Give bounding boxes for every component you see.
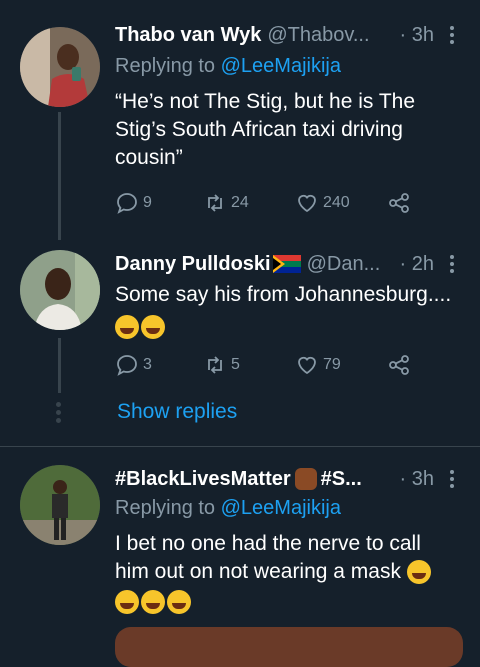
more-icon[interactable]	[444, 24, 460, 46]
reply-count: 9	[143, 194, 152, 211]
more-icon[interactable]	[444, 468, 460, 490]
show-replies-link[interactable]: Show replies	[117, 400, 237, 424]
avatar-blacklivesmatter[interactable]	[20, 465, 100, 545]
divider	[0, 446, 480, 447]
like-count: 79	[323, 356, 341, 373]
replying-handle[interactable]: @LeeMajikija	[221, 55, 341, 77]
share-button[interactable]	[387, 188, 411, 218]
retweet-icon	[208, 194, 222, 212]
rolling-laughing-emoji-icon	[141, 590, 165, 615]
south-africa-flag-icon	[272, 255, 301, 273]
reply-button[interactable]: 3	[115, 350, 152, 380]
share-icon	[389, 193, 409, 213]
reply-icon	[117, 355, 137, 376]
like-button[interactable]: 240	[295, 188, 350, 218]
tweet-text: I bet no one had the nerve to call him o…	[115, 530, 465, 616]
avatar-thabo[interactable]	[20, 27, 100, 107]
display-name-suffix[interactable]: #S...	[321, 468, 362, 491]
tweet-text-line: Stig’s South African taxi driving	[115, 118, 403, 141]
laughing-emoji-icon	[115, 315, 139, 340]
reply-icon	[117, 193, 137, 214]
laughing-emoji-icon	[167, 590, 191, 615]
tweet-text-line: “He’s not The Stig, but he is The	[115, 90, 416, 113]
replying-to: Replying to @LeeMajikija	[115, 55, 341, 78]
replying-to: Replying to @LeeMajikija	[115, 497, 341, 520]
thread-continuation-dots	[56, 402, 62, 426]
tweet-media-preview[interactable]	[115, 627, 463, 667]
like-button[interactable]: 79	[295, 350, 341, 380]
thread-line	[58, 338, 61, 393]
display-name[interactable]: Danny Pulldoski	[115, 253, 271, 276]
like-icon	[298, 356, 316, 375]
replying-prefix: Replying to	[115, 497, 221, 519]
rolling-laughing-emoji-icon	[406, 560, 431, 585]
replying-handle[interactable]: @LeeMajikija	[221, 497, 341, 519]
more-icon[interactable]	[444, 253, 460, 275]
tweet-text: Some say his from Johannesburg....	[115, 281, 465, 341]
tweet-text-line-wrap: him out on not wearing a mask	[115, 558, 465, 586]
reply-count: 3	[143, 356, 152, 373]
thread-line	[58, 112, 61, 240]
tweet-text-line: Some say his from Johannesburg....	[115, 283, 452, 306]
like-count: 240	[323, 194, 350, 211]
display-name[interactable]: #BlackLivesMatter	[115, 468, 291, 491]
retweet-count: 5	[231, 356, 240, 373]
retweet-count: 24	[231, 194, 249, 211]
laughing-emoji-icon	[115, 590, 139, 615]
tweet-header: Danny Pulldoski @Dan... · 2h	[115, 249, 460, 279]
timestamp[interactable]: · 3h	[400, 24, 434, 47]
share-icon	[389, 355, 409, 375]
share-button[interactable]	[387, 350, 411, 380]
retweet-button[interactable]: 5	[203, 350, 240, 380]
reply-button[interactable]: 9	[115, 188, 152, 218]
replying-prefix: Replying to	[115, 55, 221, 77]
emoji-row	[115, 588, 465, 616]
tweet-text-line: cousin”	[115, 146, 183, 169]
timestamp[interactable]: · 2h	[400, 253, 434, 276]
timestamp[interactable]: · 3h	[400, 468, 434, 491]
tweet-actions: 9 24 240	[115, 188, 415, 218]
like-icon	[298, 194, 316, 213]
user-handle[interactable]: @Thabov...	[267, 24, 369, 47]
tweet-actions: 3 5 79	[115, 350, 415, 380]
tweet-text: “He’s not The Stig, but he is The Stig’s…	[115, 88, 465, 172]
tweet-text-line: I bet no one had the nerve to call	[115, 532, 421, 555]
user-handle[interactable]: @Dan...	[307, 253, 381, 276]
tweet-header: Thabo van Wyk @Thabov... · 3h	[115, 20, 460, 50]
raised-fist-icon	[294, 468, 317, 490]
display-name[interactable]: Thabo van Wyk	[115, 24, 261, 47]
tweet-header: #BlackLivesMatter #S... · 3h	[115, 464, 460, 494]
emoji-row	[115, 313, 465, 341]
retweet-button[interactable]: 24	[203, 188, 249, 218]
avatar-danny[interactable]	[20, 250, 100, 330]
retweet-icon	[208, 356, 222, 374]
tweet-text-line: him out on not wearing a mask	[115, 560, 401, 583]
laughing-emoji-icon	[141, 315, 165, 340]
